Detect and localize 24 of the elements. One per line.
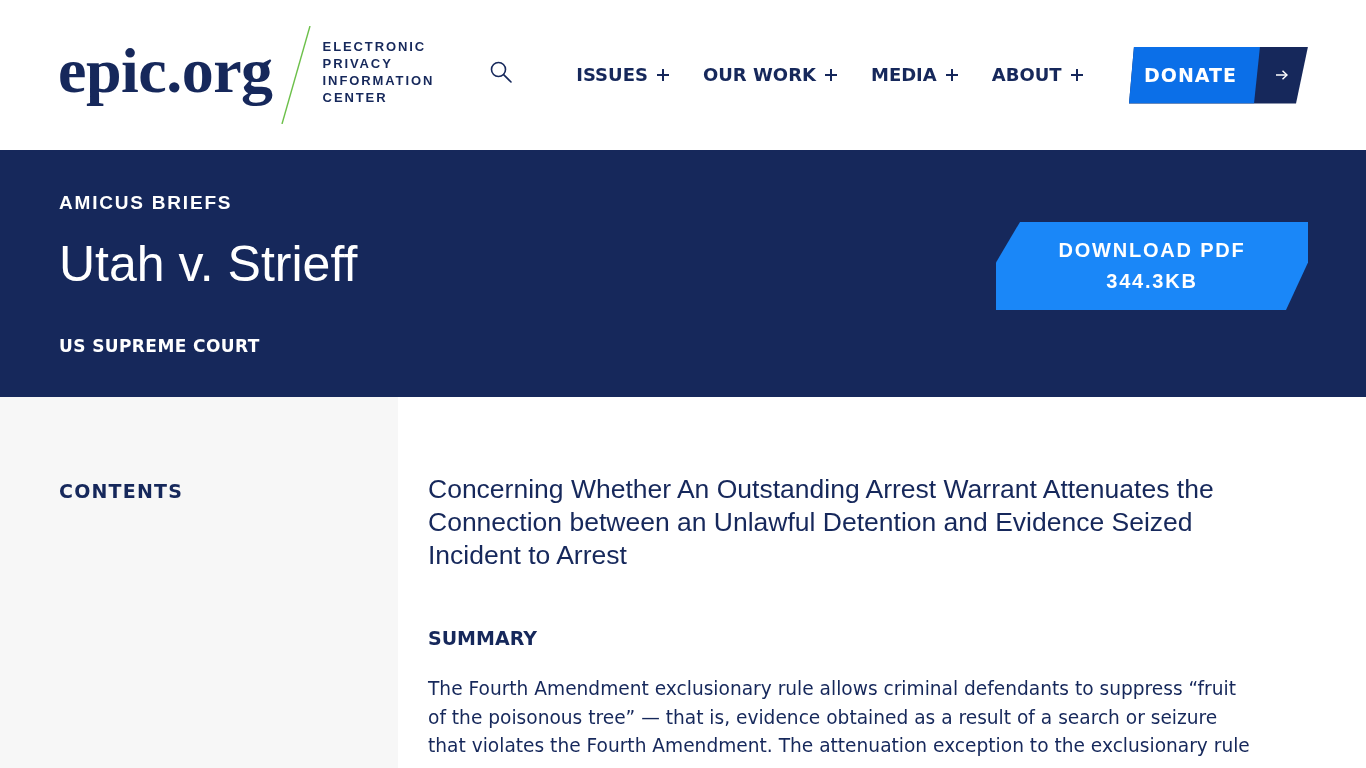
plus-icon [656,69,669,81]
plus-icon [824,69,837,81]
page-title: Utah v. Strieff [59,238,358,289]
category-label: AMICUS BRIEFS [59,192,234,212]
logo-tagline: ELECTRONIC [322,38,428,55]
plus-icon [1070,69,1083,81]
nav-link[interactable]: OUR WORK [702,66,837,84]
court-label: US SUPREME COURT [59,337,261,355]
plus-icon [945,69,958,81]
nav-link[interactable]: MEDIA [870,66,958,84]
arrow-icon [1276,70,1288,80]
logo-tagline: INFORMATION [322,72,435,89]
summary-paragraph: The Fourth Amendment exclusionary rule allows criminal defendants to suppress “fruit of the poisonous tree” — that is, evidence obtained as a result of a search or seizure that violates the Fourth Amendment. The attenuation exception to the exclusionary rule [428,677,1251,758]
section-heading: SUMMARY [428,629,537,648]
search-icon [490,61,513,83]
nav-link[interactable]: ISSUES [576,66,669,84]
logo-tagline: CENTER [322,89,389,106]
nav-link[interactable]: ABOUT [991,66,1083,84]
donate-button[interactable]: DONATE [1129,46,1308,104]
search-button[interactable] [490,61,513,83]
contents-heading: CONTENTS [59,480,184,502]
download-pdf-button[interactable]: DOWNLOAD PDF 344.3KB [996,222,1308,310]
article-subtitle: Concerning Whether An Outstanding Arrest Warrant Attenuates the Connection between an Unlawful Detention and Evidence Seized Incident to Arrest [428,473,1215,572]
logo-tagline: PRIVACY [322,55,394,72]
